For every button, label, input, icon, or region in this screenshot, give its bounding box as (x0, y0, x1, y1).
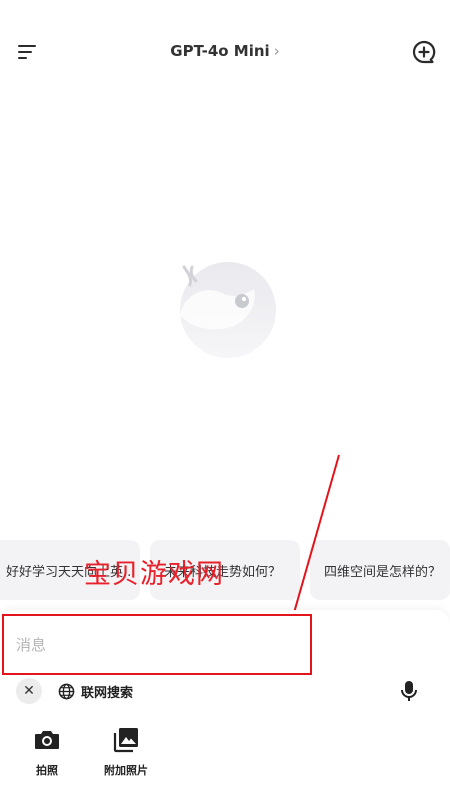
model-name: GPT-4o Mini (170, 42, 270, 60)
suggestion-chip[interactable]: 四维空间是怎样的？ (310, 540, 450, 600)
app-header: GPT-4o Mini › (0, 0, 450, 104)
new-chat-icon[interactable] (410, 38, 438, 66)
photo-library-icon (112, 726, 140, 754)
message-input[interactable] (2, 614, 312, 675)
close-button[interactable]: ✕ (16, 678, 42, 704)
web-search-toggle[interactable]: 联网搜索 (58, 679, 133, 703)
suggestion-chip[interactable]: 好好学习天天向上英... (0, 540, 140, 600)
take-photo-button[interactable]: 拍照 (7, 726, 87, 778)
close-icon: ✕ (23, 683, 35, 699)
message-composer: ✕ 联网搜索 拍照 (0, 610, 450, 800)
attach-photo-button[interactable]: 附加照片 (86, 726, 166, 778)
model-selector[interactable]: GPT-4o Mini › (0, 42, 450, 60)
attach-photo-label: 附加照片 (104, 764, 148, 777)
take-photo-label: 拍照 (36, 764, 58, 777)
microphone-icon[interactable] (398, 679, 420, 703)
web-search-label: 联网搜索 (81, 685, 134, 701)
suggestion-list: 好好学习天天向上英... 未来科技走势如何？ 四维空间是怎样的？ (0, 540, 450, 600)
whale-mascot-icon (170, 255, 280, 365)
suggestion-chip[interactable]: 未来科技走势如何？ (150, 540, 300, 600)
chevron-right-icon: › (273, 42, 280, 60)
camera-icon (33, 726, 61, 754)
globe-icon (58, 683, 75, 699)
